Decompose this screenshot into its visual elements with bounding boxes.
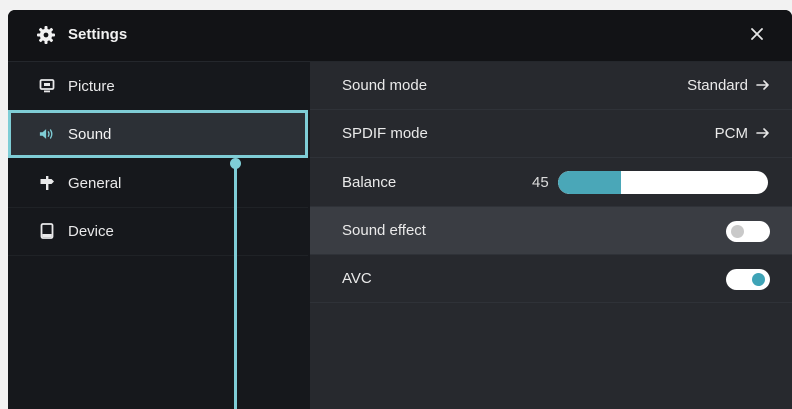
gear-icon	[36, 25, 56, 45]
sidebar-item-picture[interactable]: Picture	[8, 62, 308, 111]
balance-label: Balance	[342, 174, 397, 191]
sound-mode-value: Standard	[687, 77, 748, 94]
avc-toggle[interactable]	[726, 269, 770, 290]
title-bar: Settings	[8, 10, 792, 62]
sound-mode-label: Sound mode	[342, 77, 428, 94]
sidebar-item-sound[interactable]: Sound	[8, 110, 308, 158]
window-title: Settings	[68, 26, 128, 43]
speaker-icon	[39, 126, 55, 142]
balance-slider-fill	[558, 171, 621, 194]
sidebar-item-device[interactable]: Device	[8, 207, 308, 256]
balance-slider[interactable]	[558, 171, 768, 194]
sidebar: Picture Sound General Device	[8, 62, 310, 409]
balance-row: Balance 45	[310, 159, 792, 207]
sidebar-item-label: Device	[68, 222, 114, 240]
sidebar-item-label: Picture	[68, 77, 115, 95]
spdif-mode-value: PCM	[714, 125, 748, 142]
sidebar-item-label: General	[68, 174, 122, 192]
arrow-right-icon	[756, 78, 772, 92]
avc-row[interactable]: AVC	[310, 255, 792, 303]
signpost-icon	[39, 175, 55, 191]
toggle-knob	[752, 273, 765, 286]
sound-effect-row[interactable]: Sound effect	[310, 207, 792, 255]
balance-value: 45	[532, 174, 549, 191]
sidebar-item-general[interactable]: General	[8, 159, 308, 208]
arrow-right-icon	[756, 126, 772, 140]
spdif-mode-row[interactable]: SPDIF mode PCM	[310, 110, 792, 158]
tablet-icon	[39, 223, 55, 239]
sound-mode-row[interactable]: Sound mode Standard	[310, 62, 792, 110]
monitor-icon	[39, 78, 55, 94]
close-icon	[750, 27, 764, 46]
sound-effect-toggle[interactable]	[726, 221, 770, 242]
sound-effect-label: Sound effect	[342, 222, 426, 239]
toggle-knob	[731, 225, 744, 238]
spdif-mode-label: SPDIF mode	[342, 125, 428, 142]
avc-label: AVC	[342, 270, 372, 287]
sidebar-item-label: Sound	[68, 125, 112, 143]
close-button[interactable]	[744, 23, 770, 49]
settings-window: Settings Picture Sound General Device So…	[8, 10, 792, 409]
settings-panel: Sound mode Standard SPDIF mode PCM Balan…	[310, 62, 792, 409]
focus-connector-line	[234, 168, 237, 409]
